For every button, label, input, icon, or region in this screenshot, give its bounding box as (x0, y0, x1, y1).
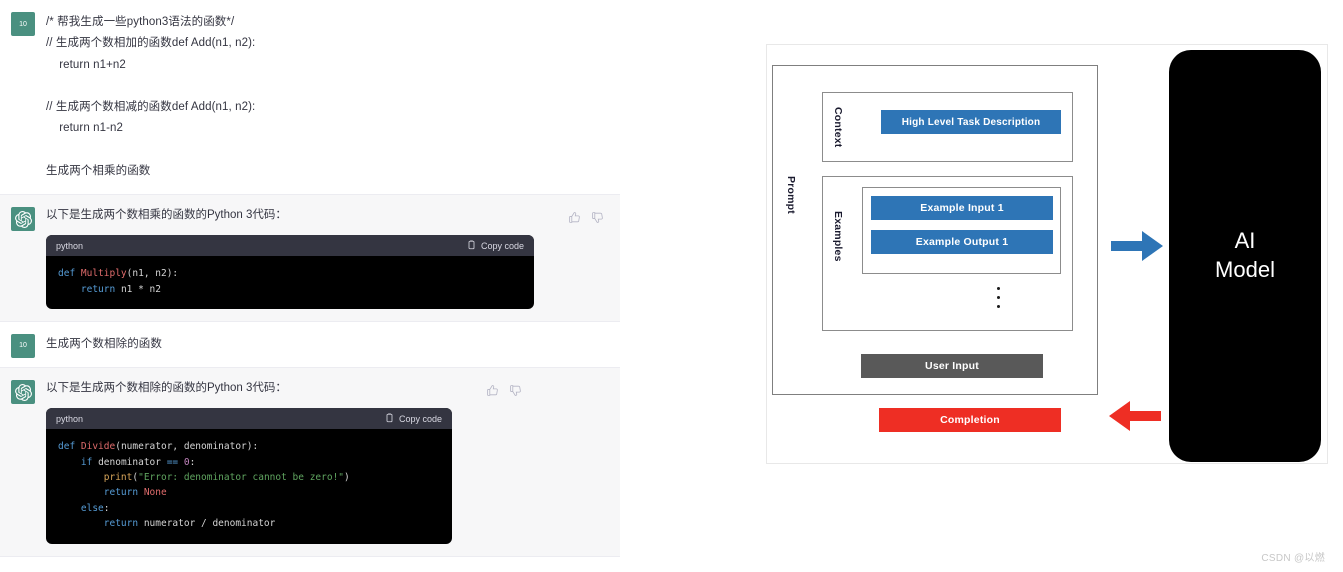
assistant-reply-text: 以下是生成两个数相除的函数的Python 3代码： (46, 382, 287, 395)
prompt-architecture-diagram: Prompt Context High Level Task Descripti… (766, 44, 1328, 464)
chat-message-user-2: 10 生成两个数相除的函数 (0, 321, 620, 368)
prompt-label: Prompt (785, 176, 797, 214)
arrow-left-icon (1107, 397, 1163, 435)
avatar-column (0, 368, 46, 555)
ai-model-line-1: AI (1234, 228, 1256, 254)
thumbs-down-icon[interactable] (591, 211, 604, 229)
feedback-icons (486, 384, 522, 402)
user-prompt-text: 生成两个数相除的函数 (46, 337, 162, 350)
example-pair-container: Example Input 1 Example Output 1 (862, 187, 1061, 274)
vertical-ellipsis-icon (997, 287, 1000, 308)
arrow-right-icon (1109, 227, 1165, 265)
context-container: Context High Level Task Description (822, 92, 1073, 162)
thumbs-up-icon[interactable] (486, 384, 499, 402)
context-label: Context (832, 107, 844, 148)
ai-model-box: AI Model (1169, 50, 1321, 462)
prompt-container: Prompt Context High Level Task Descripti… (772, 65, 1098, 395)
avatar-label: 10 (19, 20, 27, 28)
chat-message-assistant-1: 以下是生成两个数相乘的函数的Python 3代码： python Copy co… (0, 194, 620, 322)
message-body: 以下是生成两个数相乘的函数的Python 3代码： python Copy co… (46, 195, 620, 321)
avatar-column: 10 (0, 322, 46, 367)
avatar-column: 10 (0, 0, 46, 194)
code-content-1: def Multiply(n1, n2): return n1 * n2 (58, 268, 179, 295)
example-output-1-box: Example Output 1 (871, 230, 1053, 254)
code-block: python Copy code def Multiply(n1, n2): r… (46, 235, 534, 309)
user-input-box: User Input (861, 354, 1043, 378)
chat-message-user-1: 10 /* 帮我生成一些python3语法的函数*/ // 生成两个数相加的函数… (0, 0, 620, 195)
chat-transcript: 10 /* 帮我生成一些python3语法的函数*/ // 生成两个数相加的函数… (0, 0, 620, 572)
avatar-label: 10 (19, 342, 27, 350)
completion-box: Completion (879, 408, 1061, 432)
clipboard-icon (467, 240, 476, 252)
code-block-header: python Copy code (46, 408, 452, 430)
feedback-icons (568, 211, 604, 229)
copy-code-button[interactable]: Copy code (385, 413, 442, 425)
avatar-column (0, 195, 46, 321)
copy-code-label: Copy code (480, 240, 524, 251)
code-block: python Copy code def Divide(numerator, d… (46, 408, 452, 544)
message-body: 生成两个数相除的函数 (46, 322, 620, 367)
copy-code-label: Copy code (398, 413, 442, 424)
avatar-user: 10 (11, 333, 35, 358)
avatar-user: 10 (11, 12, 35, 36)
watermark: CSDN @以燃 (1261, 553, 1325, 564)
user-prompt-text: /* 帮我生成一些python3语法的函数*/ // 生成两个数相加的函数def… (46, 16, 256, 177)
ai-model-line-2: Model (1215, 257, 1275, 282)
message-body: 以下是生成两个数相除的函数的Python 3代码： python Copy co… (46, 368, 620, 555)
chat-message-assistant-2: 以下是生成两个数相除的函数的Python 3代码： python Copy co… (0, 367, 620, 557)
code-language-label: python (56, 240, 84, 251)
avatar-assistant-openai-logo (11, 380, 35, 405)
avatar-assistant-openai-logo (11, 207, 35, 232)
clipboard-icon (385, 413, 394, 425)
code-language-label: python (56, 413, 84, 424)
code-content-2: def Divide(numerator, denominator): if d… (58, 441, 350, 530)
thumbs-down-icon[interactable] (509, 384, 522, 402)
copy-code-button[interactable]: Copy code (467, 240, 524, 252)
examples-label: Examples (832, 211, 844, 262)
code-block-header: python Copy code (46, 235, 534, 257)
screenshot-root: 10 /* 帮我生成一些python3语法的函数*/ // 生成两个数相加的函数… (0, 0, 1343, 572)
high-level-task-description-box: High Level Task Description (881, 110, 1061, 134)
assistant-reply-text: 以下是生成两个数相乘的函数的Python 3代码： (46, 209, 287, 222)
example-input-1-box: Example Input 1 (871, 196, 1053, 220)
examples-container: Examples Example Input 1 Example Output … (822, 176, 1073, 331)
message-body: /* 帮我生成一些python3语法的函数*/ // 生成两个数相加的函数def… (46, 0, 620, 194)
thumbs-up-icon[interactable] (568, 211, 581, 229)
